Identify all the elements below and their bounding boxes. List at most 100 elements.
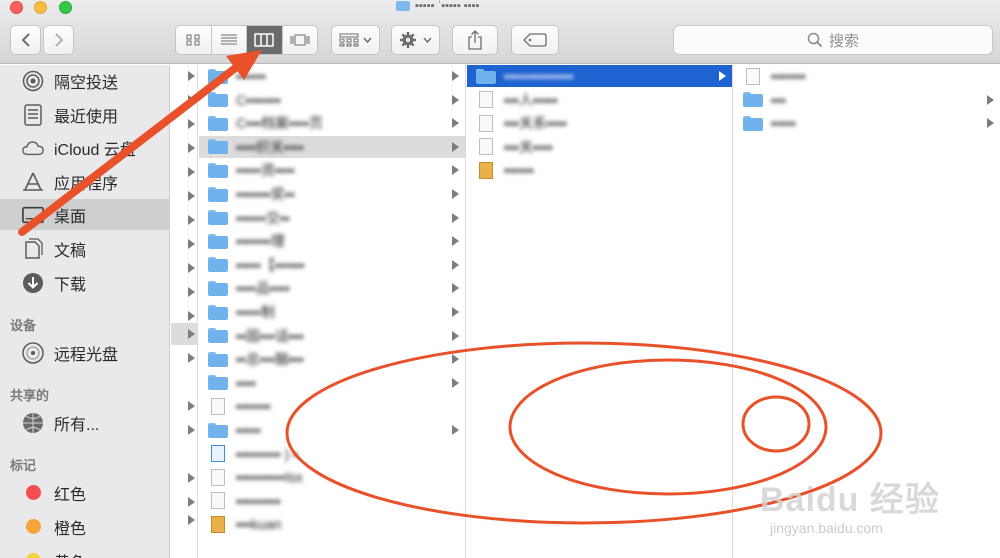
- back-button[interactable]: [10, 25, 41, 55]
- file-row[interactable]: ▪▪▪人▪▪▪▪▪: [467, 89, 732, 111]
- action-menu-button[interactable]: [391, 25, 440, 55]
- sidebar: 隔空投送 最近使用 iCloud 云盘 应用程序 桌面 文稿 下载 设备 远程光…: [0, 65, 170, 558]
- file-row[interactable]: ▪▪▪▪▪资▪▪▪▪: [199, 159, 465, 181]
- toolbar: ▪▪▪▪▪ ˈ▪▪▪▪▪ ▪▪▪▪ 搜索: [0, 0, 1000, 64]
- file-row[interactable]: ▪▪▪关系▪▪▪▪: [467, 112, 732, 134]
- folder-icon: [476, 68, 496, 84]
- sidebar-tag-orange[interactable]: 橙色: [0, 511, 169, 542]
- sidebar-item-network-all[interactable]: 所有...: [0, 407, 169, 438]
- disclosure-arrow-icon: [188, 191, 195, 201]
- file-name: ▪▪▪关系▪▪▪▪: [504, 115, 567, 132]
- file-row[interactable]: ▪▪固▪▪▪话▪▪▪: [199, 325, 465, 347]
- sidebar-tag-red[interactable]: 红色: [0, 477, 169, 508]
- disclosure-arrow-icon: [188, 311, 195, 321]
- image-file-icon: [479, 161, 493, 179]
- disclosure-arrow-icon: [188, 263, 195, 273]
- folder-icon: [208, 115, 228, 131]
- document-file-icon: [479, 91, 493, 109]
- file-row[interactable]: ▪▪▪▪▪▪: [199, 65, 465, 87]
- sidebar-item-airdrop[interactable]: 隔空投送: [0, 65, 169, 96]
- file-name: ▪▪▪▪▪▪▪: [771, 68, 806, 84]
- close-window-button[interactable]: [10, 1, 23, 14]
- sidebar-item-label: 隔空投送: [54, 74, 119, 92]
- search-field[interactable]: 搜索: [673, 25, 993, 55]
- documents-icon: [22, 237, 44, 260]
- sidebar-item-desktop[interactable]: 桌面: [0, 199, 169, 230]
- disclosure-arrow-icon: [452, 212, 459, 223]
- column-1[interactable]: [171, 65, 198, 558]
- file-row[interactable]: ▪▪▪: [734, 89, 1000, 111]
- file-row[interactable]: ▪▪▪▪▪制: [199, 301, 465, 323]
- file-row[interactable]: ▪▪▪▪▪▪▪▪▪▪lsx: [199, 466, 465, 488]
- forward-button[interactable]: [43, 25, 74, 55]
- sidebar-item-remote-disc[interactable]: 远程光盘: [0, 337, 169, 368]
- file-row[interactable]: ▪▪▪▪▪【▪▪▪▪▪▪: [199, 254, 465, 276]
- file-row[interactable]: ▪▪▪▪▪▪▪: [199, 395, 465, 417]
- file-row[interactable]: C▪▪▪▪▪▪▪: [199, 89, 465, 111]
- file-row[interactable]: C▪▪▪档案▪▪▪▪页: [199, 112, 465, 134]
- file-row[interactable]: ▪▪▪▪: [199, 372, 465, 394]
- tag-button[interactable]: [511, 25, 559, 55]
- column-view-button[interactable]: [247, 26, 283, 54]
- file-row[interactable]: ▪▪▪▪▪▪▪理: [199, 230, 465, 252]
- document-file-icon: [211, 492, 225, 510]
- disclosure-arrow-icon: [452, 330, 459, 341]
- sidebar-item-applications[interactable]: 应用程序: [0, 166, 169, 197]
- view-mode-selector[interactable]: [175, 25, 318, 55]
- sidebar-item-label: 红色: [54, 486, 87, 504]
- file-row[interactable]: ▪▪▪▪▪▪▪▪▪ ) ▪: [199, 443, 465, 465]
- file-row[interactable]: ▪▪▪▪▪▪交▪▪: [199, 207, 465, 229]
- disclosure-arrow-icon: [719, 71, 726, 81]
- search-placeholder: 搜索: [828, 32, 859, 50]
- file-row[interactable]: ▪▪总▪▪▪脑▪▪▪: [199, 348, 465, 370]
- file-row[interactable]: ▪▪▪▪织关▪▪▪▪: [199, 135, 465, 158]
- document-file-icon: [479, 138, 493, 156]
- sidebar-tag-yellow[interactable]: 黄色: [0, 545, 169, 558]
- file-row[interactable]: ▪▪▪▪▪▪▪▪▪: [199, 490, 465, 512]
- folder-icon: [208, 328, 228, 344]
- zoom-window-button[interactable]: [59, 1, 72, 14]
- sidebar-item-recents[interactable]: 最近使用: [0, 99, 169, 130]
- baidu-watermark: Baidu 经验 jingyan.baidu.com: [760, 472, 990, 552]
- file-row[interactable]: ▪▪▪▪▪: [734, 112, 1000, 134]
- sidebar-item-icloud[interactable]: iCloud 云盘: [0, 132, 169, 163]
- file-row[interactable]: ▪▪▪关▪▪▪▪: [467, 136, 732, 158]
- list-view-button[interactable]: [212, 26, 247, 54]
- folder-icon: [208, 92, 228, 108]
- file-name: ▪▪▪▪: [236, 374, 256, 391]
- sidebar-item-downloads[interactable]: 下载: [0, 267, 169, 298]
- group-by-button[interactable]: [331, 25, 380, 55]
- minimize-window-button[interactable]: [34, 1, 47, 14]
- disclosure-arrow-icon: [188, 497, 195, 507]
- file-name: ▪▪▪▪▪▪▪▪▪: [236, 492, 281, 509]
- sidebar-item-label: 桌面: [54, 208, 87, 226]
- folder-icon: [208, 210, 228, 226]
- gallery-view-button[interactable]: [283, 26, 318, 54]
- window-title-text: ▪▪▪▪▪ ˈ▪▪▪▪▪ ▪▪▪▪: [415, 0, 480, 12]
- file-name: ▪▪▪kuan: [236, 516, 282, 533]
- sidebar-item-documents[interactable]: 文稿: [0, 233, 169, 264]
- file-name: C▪▪▪▪▪▪▪: [236, 91, 281, 108]
- file-row[interactable]: ▪▪▪▪品▪▪▪▪: [199, 277, 465, 299]
- column-2[interactable]: ▪▪▪▪▪▪ C▪▪▪▪▪▪▪ C▪▪▪档案▪▪▪▪页 ▪▪▪▪织关▪▪▪▪ ▪▪▪▪▪…: [199, 65, 466, 558]
- file-row[interactable]: ▪▪▪▪▪▪▪: [734, 65, 1000, 87]
- recents-icon: [22, 103, 44, 126]
- column-3[interactable]: ▪▪▪▪▪▪▪▪▪▪▪▪▪▪ ▪▪▪人▪▪▪▪▪ ▪▪▪关系▪▪▪▪ ▪▪▪关▪▪▪▪…: [467, 65, 733, 558]
- share-button[interactable]: [452, 25, 498, 55]
- disclosure-arrow-icon: [188, 287, 195, 297]
- file-name: ▪▪▪▪▪▪: [236, 68, 266, 84]
- file-row[interactable]: ▪▪▪▪▪: [199, 419, 465, 441]
- grid-icon: [186, 34, 200, 46]
- icon-view-button[interactable]: [176, 26, 212, 54]
- file-name: ▪▪▪▪▪资▪▪▪▪: [236, 162, 295, 179]
- file-row[interactable]: ▪▪▪▪▪▪▪奖▪▪: [199, 183, 465, 205]
- file-name: ▪▪▪关▪▪▪▪: [504, 138, 553, 155]
- file-row[interactable]: ▪▪▪▪▪▪▪▪▪▪▪▪▪▪: [467, 65, 732, 87]
- airdrop-icon: [22, 70, 44, 92]
- disclosure-arrow-icon: [452, 141, 459, 152]
- disclosure-arrow-icon: [452, 283, 459, 294]
- chevron-down-icon: [363, 37, 372, 43]
- file-row[interactable]: ▪▪▪▪▪▪: [467, 159, 732, 181]
- file-row[interactable]: ▪▪▪kuan: [199, 513, 465, 535]
- sidebar-section-tags: 标记: [10, 458, 37, 473]
